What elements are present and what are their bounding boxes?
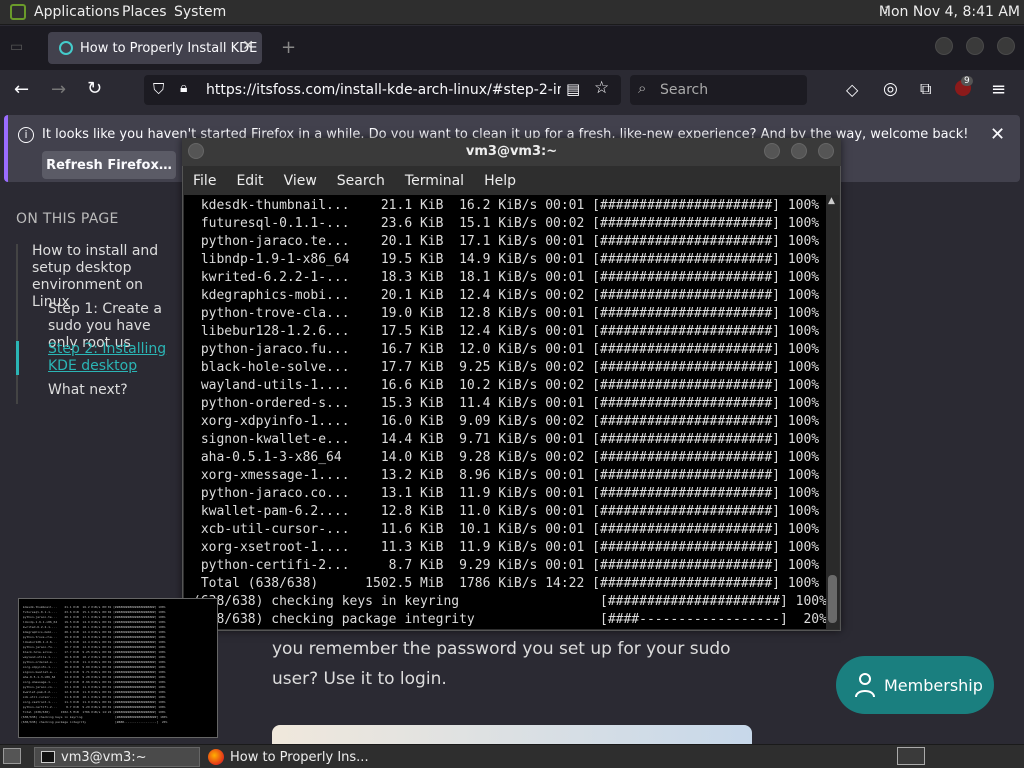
- close-window-button[interactable]: [997, 37, 1015, 55]
- user-icon: [855, 673, 875, 698]
- toc-item-what-next[interactable]: What next?: [48, 382, 128, 399]
- forward-icon[interactable]: →: [51, 79, 66, 100]
- article-paragraph: you remember the password you set up for…: [272, 639, 731, 689]
- taskbar-terminal-label: vm3@vm3:~: [61, 749, 147, 765]
- scroll-up-icon[interactable]: ▲: [828, 196, 835, 206]
- search-placeholder: Search: [660, 82, 709, 98]
- terminal-line: kdesdk-thumbnail... 21.1 KiB 16.2 KiB/s …: [193, 198, 820, 213]
- tab-itsfoss[interactable]: How to Properly Install KDE ✕: [48, 32, 262, 64]
- extensions-icon[interactable]: ⧉: [920, 79, 931, 99]
- terminal-maximize-button[interactable]: [791, 143, 807, 159]
- reload-icon[interactable]: ↻: [87, 78, 102, 99]
- terminal-close-button[interactable]: [818, 143, 834, 159]
- terminal-line: black-hole-solve... 17.7 KiB 9.25 KiB/s …: [193, 360, 820, 375]
- minimize-window-button[interactable]: [935, 37, 953, 55]
- terminal-screen[interactable]: kdesdk-thumbnail... 21.1 KiB 16.2 KiB/s …: [184, 195, 826, 629]
- system-menu[interactable]: System: [174, 4, 226, 20]
- top-panel: Applications Places System ⁞ Mon Nov 4, …: [0, 0, 1024, 25]
- window-preview-thumbnail[interactable]: kdesdk-thumbnail... 21.1 KiB 16.2 KiB/s …: [18, 598, 218, 738]
- maximize-window-button[interactable]: [966, 37, 984, 55]
- terminal-line: wayland-utils-1.... 16.6 KiB 10.2 KiB/s …: [193, 378, 820, 393]
- lock-icon[interactable]: 🔒︎: [180, 80, 187, 96]
- show-desktop-icon[interactable]: [3, 748, 21, 764]
- taskbar-firefox[interactable]: How to Properly Ins...: [204, 747, 394, 767]
- taskbar-firefox-label: How to Properly Ins...: [230, 749, 369, 765]
- terminal-menubar: File Edit View Search Terminal Help: [183, 170, 840, 194]
- applications-menu[interactable]: Applications: [34, 4, 120, 20]
- terminal-line: python-certifi-2... 8.7 KiB 9.29 KiB/s 0…: [193, 558, 820, 573]
- article-image: [272, 725, 752, 745]
- info-icon: i: [18, 127, 34, 143]
- terminal-menu-edit[interactable]: Edit: [226, 170, 273, 194]
- terminal-line: python-jaraco.co... 13.1 KiB 11.9 KiB/s …: [193, 486, 820, 501]
- terminal-line: kwrited-6.2.2-1-... 18.3 KiB 18.1 KiB/s …: [193, 270, 820, 285]
- terminal-scrollbar[interactable]: [826, 195, 839, 629]
- terminal-line: (638/638) checking keys in keyring [####…: [193, 594, 826, 609]
- search-icon: ⌕: [638, 79, 647, 97]
- search-bar[interactable]: ⌕ Search: [630, 75, 807, 105]
- terminal-title[interactable]: vm3@vm3:~: [182, 138, 841, 166]
- terminal-line: python-ordered-s... 15.3 KiB 11.4 KiB/s …: [193, 396, 820, 411]
- shield-icon[interactable]: ⛉: [153, 80, 164, 98]
- taskbar-terminal[interactable]: vm3@vm3:~: [34, 747, 200, 767]
- terminal-line: libndp-1.9-1-x86_64 19.5 KiB 14.9 KiB/s …: [193, 252, 820, 267]
- terminal-line: signon-kwallet-e... 14.4 KiB 9.71 KiB/s …: [193, 432, 820, 447]
- new-tab-icon[interactable]: +: [281, 37, 296, 58]
- tab-list-icon[interactable]: ▭: [10, 39, 23, 55]
- terminal-menu-view[interactable]: View: [274, 170, 327, 194]
- terminal-line: xorg-xdpyinfo-1.... 16.0 KiB 9.09 KiB/s …: [193, 414, 820, 429]
- toc-item-step2[interactable]: Step 2: Installing KDE desktop: [48, 341, 182, 375]
- terminal-line: Total (638/638) 1502.5 MiB 1786 KiB/s 14…: [193, 576, 820, 591]
- tab-title: How to Properly Install KDE: [80, 40, 258, 56]
- url-bar[interactable]: ⛉ 🔒︎ https://itsfoss.com/install-kde-arc…: [144, 75, 621, 105]
- terminal-minimize-button[interactable]: [764, 143, 780, 159]
- back-icon[interactable]: ←: [14, 79, 29, 100]
- thumbnail-content: kdesdk-thumbnail... 21.1 KiB 16.2 KiB/s …: [21, 605, 168, 724]
- terminal-menu-terminal[interactable]: Terminal: [395, 170, 474, 194]
- terminal-menu-help[interactable]: Help: [474, 170, 526, 194]
- terminal-scroll-thumb[interactable]: [828, 575, 837, 623]
- terminal-icon: [41, 751, 55, 763]
- url-text: https://itsfoss.com/install-kde-arch-lin…: [206, 82, 561, 98]
- terminal-line: python-trove-cla... 19.0 KiB 12.8 KiB/s …: [193, 306, 820, 321]
- terminal-line: xorg-xmessage-1.... 13.2 KiB 8.96 KiB/s …: [193, 468, 820, 483]
- toc-title: ON THIS PAGE: [16, 211, 119, 227]
- membership-button[interactable]: Membership: [836, 656, 994, 714]
- places-menu[interactable]: Places: [122, 4, 167, 20]
- terminal-menu-search[interactable]: Search: [327, 170, 395, 194]
- reader-view-icon[interactable]: ▤: [566, 80, 580, 98]
- favicon-icon: [59, 41, 73, 55]
- panel-clock[interactable]: Mon Nov 4, 8:41 AM: [879, 4, 1020, 20]
- terminal-line: kdegraphics-mobi... 20.1 KiB 12.4 KiB/s …: [193, 288, 820, 303]
- terminal-output: kdesdk-thumbnail... 21.1 KiB 16.2 KiB/s …: [193, 197, 826, 629]
- app-menu-icon[interactable]: [10, 4, 26, 20]
- terminal-line: aha-0.5.1-3-x86_64 14.0 KiB 9.28 KiB/s 0…: [193, 450, 820, 465]
- membership-label: Membership: [884, 675, 983, 695]
- terminal-line: (638/638) checking package integrity [##…: [193, 612, 826, 627]
- terminal-line: futuresql-0.1.1-... 23.6 KiB 15.1 KiB/s …: [193, 216, 820, 231]
- terminal-line: libebur128-1.2.6... 17.5 KiB 12.4 KiB/s …: [193, 324, 820, 339]
- close-notification-icon[interactable]: ✕: [990, 124, 1005, 145]
- account-icon[interactable]: ◎: [883, 79, 898, 99]
- terminal-line: python-jaraco.fu... 16.7 KiB 12.0 KiB/s …: [193, 342, 820, 357]
- close-tab-icon[interactable]: ✕: [242, 38, 254, 54]
- terminal-menu-icon[interactable]: [188, 143, 204, 159]
- hamburger-menu-icon[interactable]: ≡: [991, 79, 1006, 100]
- terminal-menu-file[interactable]: File: [183, 170, 226, 194]
- terminal-line: python-jaraco.te... 20.1 KiB 17.1 KiB/s …: [193, 234, 820, 249]
- workspace-switcher[interactable]: [897, 747, 925, 765]
- pocket-icon[interactable]: ◇: [846, 80, 858, 99]
- bookmark-star-icon[interactable]: ☆: [594, 78, 609, 98]
- toc-active-indicator: [16, 341, 19, 375]
- firefox-icon: [208, 749, 224, 765]
- terminal-line: xcb-util-cursor-... 11.6 KiB 10.1 KiB/s …: [193, 522, 820, 537]
- refresh-firefox-button[interactable]: Refresh Firefox…: [42, 151, 176, 179]
- terminal-line: xorg-xsetroot-1.... 11.3 KiB 11.9 KiB/s …: [193, 540, 820, 555]
- toc-divider: [16, 244, 18, 404]
- terminal-line: kwallet-pam-6.2.... 12.8 KiB 11.0 KiB/s …: [193, 504, 820, 519]
- extension-badge: 9: [961, 76, 973, 86]
